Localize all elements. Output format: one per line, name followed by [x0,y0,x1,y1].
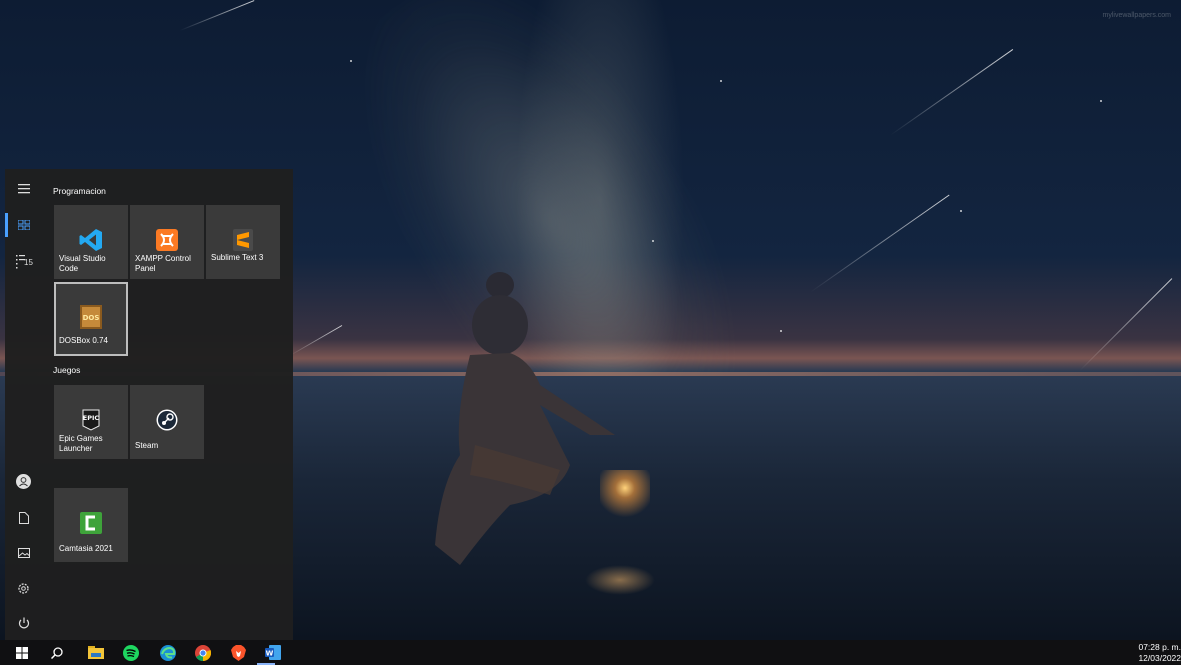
windows-start-icon [16,646,28,659]
edge-icon [160,644,176,661]
hamburger-menu-button[interactable] [5,172,42,206]
taskbar-file-explorer[interactable] [79,640,113,665]
meteor [1079,278,1173,371]
tile-label: DOSBox 0.74 [59,336,108,345]
start-button[interactable] [5,640,39,665]
meteor [889,49,1014,136]
steam-icon [154,407,180,433]
taskbar-word[interactable]: W [256,640,290,665]
xampp-icon [154,227,180,253]
taskbar-spotify[interactable] [114,640,148,665]
spotify-icon [123,644,139,661]
sublime-icon [230,227,256,253]
pictures-button[interactable] [5,536,42,570]
taskbar-edge[interactable] [151,640,185,665]
file-explorer-icon [88,646,104,659]
tile-label: Epic Games Launcher [59,434,103,453]
all-apps-badge: 15 [24,258,33,267]
tile-steam[interactable]: Steam [130,385,204,459]
power-icon [18,617,29,629]
sparkler-reflection [585,565,655,595]
documents-icon [18,512,29,524]
group-title-programacion: Programacion [53,186,106,196]
pictures-icon [17,548,30,558]
documents-button[interactable] [5,501,42,535]
search-icon [51,646,63,659]
tiles-button[interactable] [5,208,42,242]
tile-label: Visual Studio Code [59,254,106,273]
tile-epic-games-launcher[interactable]: EPIC Epic Games Launcher [54,385,128,459]
settings-icon [18,582,29,594]
meteor [289,325,343,356]
tile-visual-studio-code[interactable]: Visual Studio Code [54,205,128,279]
taskbar: W 07:28 p. m. 12/03/2022 [0,640,1181,665]
user-account-button[interactable] [5,464,42,498]
star [652,240,654,242]
girl-silhouette [435,272,615,565]
epic-games-icon: EPIC [78,407,104,433]
tile-label: Steam [135,441,159,450]
tile-xampp-control-panel[interactable]: XAMPP Control Panel [130,205,204,279]
tile-label: Sublime Text 3 [211,253,264,262]
dosbox-icon: DOS [78,304,104,330]
all-apps-button[interactable]: 15 [5,245,42,279]
tile-camtasia-2021[interactable]: Camtasia 2021 [54,488,128,562]
wallpaper-watermark: mylivewallpapers.com [1102,12,1171,19]
taskbar-clock[interactable]: 07:28 p. m. 12/03/2022 [1138,642,1181,664]
chrome-icon [195,644,211,661]
tile-dosbox[interactable]: DOS DOSBox 0.74 [54,282,128,356]
start-rail: 15 [5,169,42,640]
taskbar-brave[interactable] [221,640,255,665]
user-icon [16,473,31,489]
tile-sublime-text-3[interactable]: Sublime Text 3 [206,205,280,279]
star [720,80,722,82]
meteor [809,194,950,293]
star [350,60,352,62]
brave-icon [230,644,246,661]
group-title-juegos: Juegos [53,365,81,375]
settings-button[interactable] [5,571,42,605]
clock-time: 07:28 p. m. [1138,642,1181,652]
hamburger-icon [17,184,30,194]
star [1100,100,1102,102]
sparkler [600,470,650,530]
vscode-icon [78,227,104,253]
meteor [179,0,255,31]
star [960,210,962,212]
word-icon: W [265,645,281,660]
taskbar-chrome[interactable] [186,640,220,665]
tile-label: XAMPP Control Panel [135,254,191,273]
star [780,330,782,332]
search-button[interactable] [40,640,74,665]
camtasia-icon [78,510,104,536]
svg-text:W: W [266,650,274,658]
svg-text:DOS: DOS [83,314,100,322]
svg-text:EPIC: EPIC [83,414,100,422]
start-menu: 15 Programacion Visual Studio Code XAMPP… [5,169,293,640]
clock-date: 12/03/2022 [1138,653,1181,663]
tile-label: Camtasia 2021 [59,544,113,553]
tiles-icon [17,220,30,230]
power-button[interactable] [5,606,42,640]
